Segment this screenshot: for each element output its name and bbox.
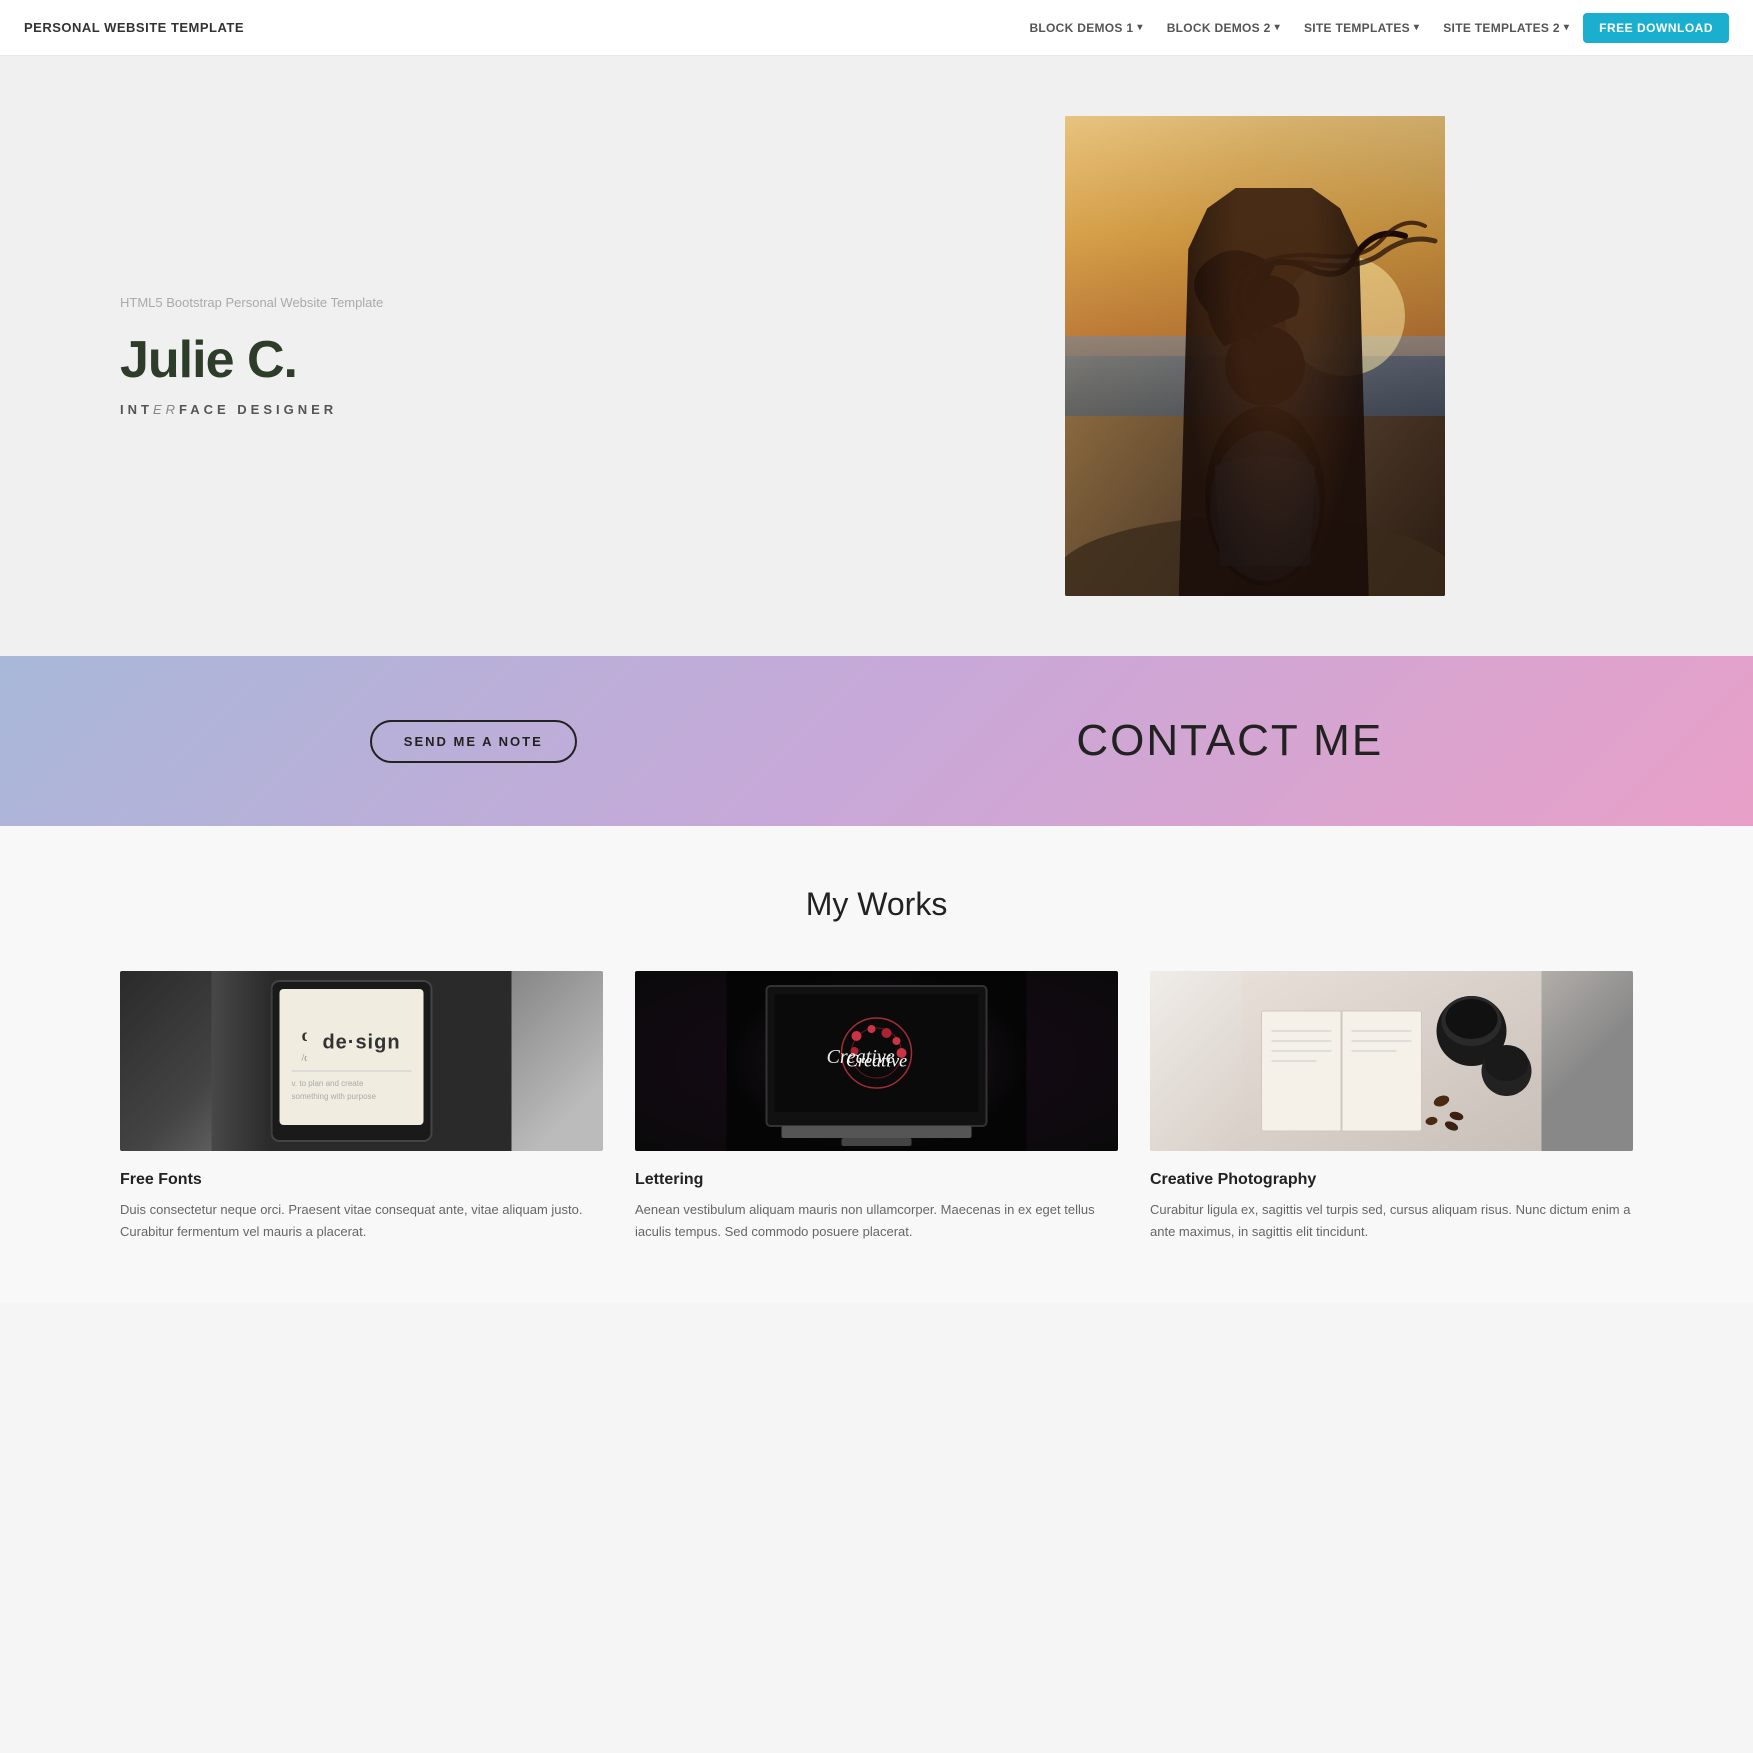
nav-site-templates[interactable]: SITE TEMPLATES ▾ [1294, 15, 1429, 41]
hero-section: HTML5 Bootstrap Personal Website Templat… [0, 56, 1753, 656]
chevron-down-icon: ▾ [1137, 22, 1142, 33]
hero-portrait-inner [1065, 116, 1445, 596]
work-desc-1: Duis consectetur neque orci. Praesent vi… [120, 1199, 603, 1243]
works-section-title: My Works [120, 886, 1633, 923]
hero-portrait [1065, 116, 1445, 596]
work-card-3: Creative Photography Curabitur ligula ex… [1150, 971, 1633, 1243]
svg-text:something with purpose: something with purpose [292, 1092, 377, 1101]
role-suffix: FACE DESIGNER [179, 402, 337, 417]
send-note-button[interactable]: SEND ME A NOTE [370, 720, 577, 763]
work-image-3 [1150, 971, 1633, 1151]
work-image-1: de·sign /də ˈzīn/ v. to plan and create … [120, 971, 603, 1151]
contact-section: SEND ME A NOTE CONTACT ME [0, 656, 1753, 826]
contact-title: CONTACT ME [1076, 716, 1383, 766]
work-image-2: Creative [635, 971, 1118, 1151]
chevron-down-icon: ▾ [1275, 22, 1280, 33]
brand-logo: PERSONAL WEBSITE TEMPLATE [24, 20, 244, 35]
nav-block-demos-1[interactable]: BLOCK DEMOS 1 ▾ [1019, 15, 1152, 41]
role-prefix: INT [120, 402, 153, 417]
work-card-2: Creative Lettering Aenean vestibulum ali… [635, 971, 1118, 1243]
chevron-down-icon: ▾ [1564, 22, 1569, 33]
svg-text:de·sign: de·sign [302, 1025, 357, 1045]
nav-block-demos-2[interactable]: BLOCK DEMOS 2 ▾ [1157, 15, 1290, 41]
chevron-down-icon: ▾ [1414, 22, 1419, 33]
role-italic: ER [153, 402, 179, 417]
navbar: PERSONAL WEBSITE TEMPLATE BLOCK DEMOS 1 … [0, 0, 1753, 56]
hero-subtitle: HTML5 Bootstrap Personal Website Templat… [120, 295, 877, 310]
svg-text:v. to plan and create: v. to plan and create [292, 1079, 364, 1088]
svg-text:Creative: Creative [827, 1046, 895, 1068]
work-title-3: Creative Photography [1150, 1171, 1633, 1189]
work-desc-3: Curabitur ligula ex, sagittis vel turpis… [1150, 1199, 1633, 1243]
work-desc-2: Aenean vestibulum aliquam mauris non ull… [635, 1199, 1118, 1243]
hero-image-wrapper [877, 116, 1634, 596]
work-card-1: de·sign /də ˈzīn/ v. to plan and create … [120, 971, 603, 1243]
hero-content: HTML5 Bootstrap Personal Website Templat… [120, 295, 877, 417]
nav-site-templates-2[interactable]: SITE TEMPLATES 2 ▾ [1433, 15, 1579, 41]
works-grid: de·sign /də ˈzīn/ v. to plan and create … [120, 971, 1633, 1243]
hero-name: Julie C. [120, 330, 877, 390]
work-title-1: Free Fonts [120, 1171, 603, 1189]
hero-role: INTERFACE DESIGNER [120, 402, 877, 417]
free-download-button[interactable]: FREE DOWNLOAD [1583, 13, 1729, 43]
works-section: My Works de·sign /də ˈzīn/ v. to plan an… [0, 826, 1753, 1303]
work-title-2: Lettering [635, 1171, 1118, 1189]
nav-links: BLOCK DEMOS 1 ▾ BLOCK DEMOS 2 ▾ SITE TEM… [1019, 13, 1729, 43]
svg-text:/də ˈzīn/: /də ˈzīn/ [302, 1053, 335, 1064]
